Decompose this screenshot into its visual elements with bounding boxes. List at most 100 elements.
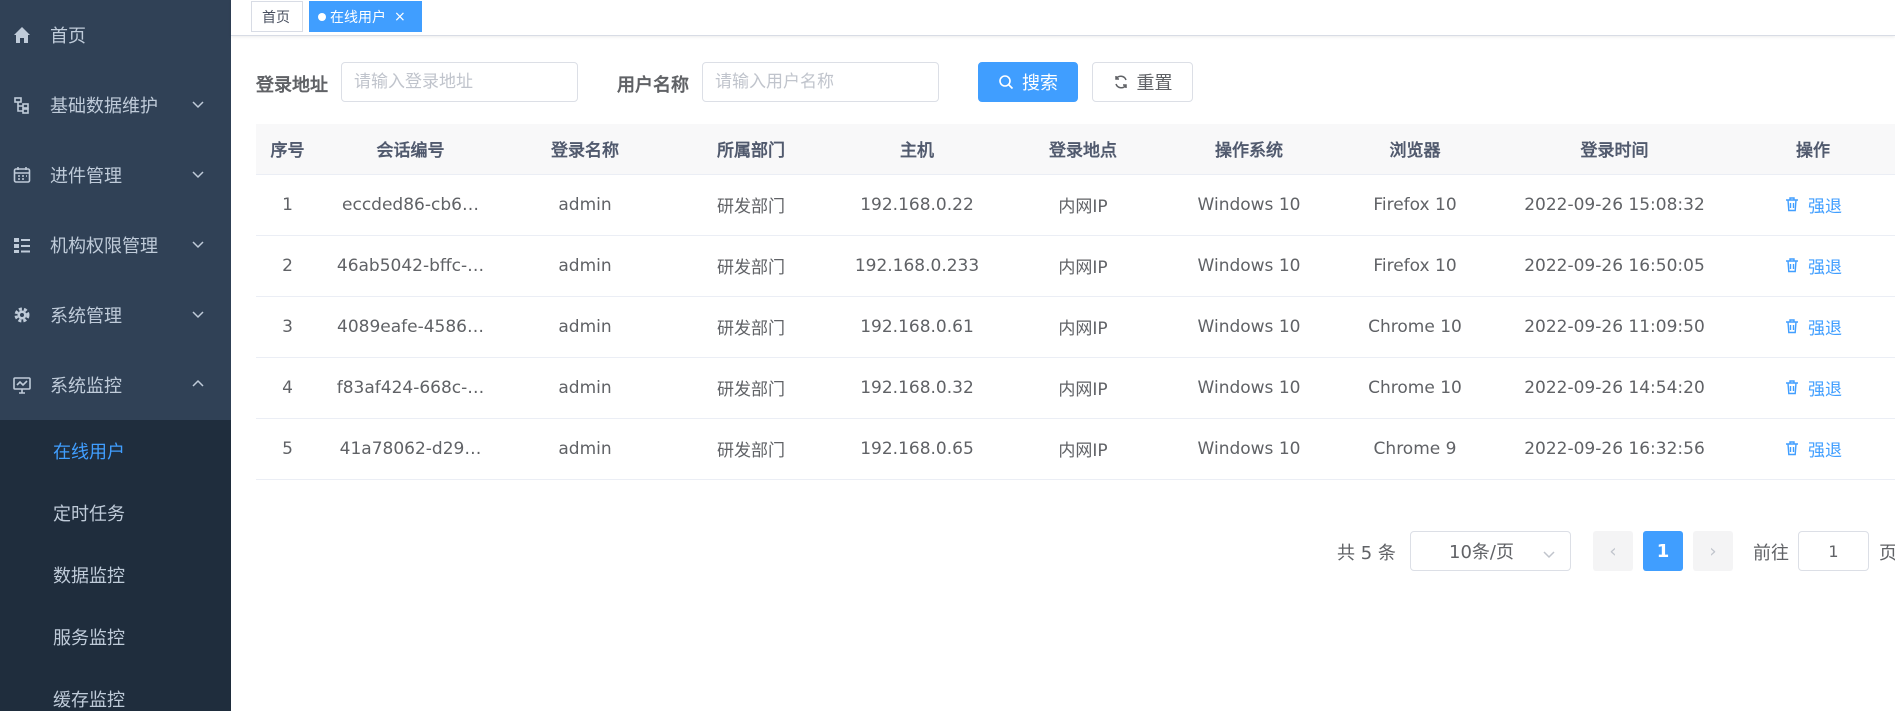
search-button-label: 搜索 <box>1022 73 1058 94</box>
prev-page-button[interactable]: ‹ <box>1593 531 1633 571</box>
ip-input[interactable] <box>341 62 578 102</box>
table-cell: Windows 10 <box>1166 174 1332 236</box>
sidebar-item-system[interactable]: 系统管理 <box>0 280 231 350</box>
home-icon <box>12 25 32 45</box>
force-logout-label: 强退 <box>1808 379 1842 400</box>
table-cell: 2022-09-26 11:09:50 <box>1498 296 1731 358</box>
sidebar-subitem-cache-monitor[interactable]: 缓存监控 <box>0 668 231 711</box>
trash-icon <box>1784 257 1800 273</box>
table-cell: 2022-09-26 15:08:32 <box>1498 174 1731 236</box>
table-cell-action: 强退 <box>1731 296 1895 358</box>
table-cell: 2 <box>256 235 319 297</box>
table-cell: admin <box>502 235 668 297</box>
ip-label: 登录地址 <box>256 75 328 96</box>
trash-icon <box>1784 196 1800 212</box>
online-users-table: 序号 会话编号 登录名称 所属部门 主机 登录地点 操作系统 浏览器 登录时间 操作 1 eccde… <box>256 124 1895 480</box>
sidebar-subitem-scheduled-tasks[interactable]: 定时任务 <box>0 482 231 544</box>
force-logout-button[interactable]: 强退 <box>1784 436 1842 461</box>
table-cell: 1 <box>256 174 319 236</box>
table-row: 4 f83af424-668c-… admin 研发部门 192.168.0.32 内网I… <box>256 357 1895 419</box>
goto-page-input[interactable] <box>1798 531 1869 571</box>
table-cell: eccded86-cb6… <box>319 174 502 236</box>
sidebar-item-label: 首页 <box>50 26 86 47</box>
main-content: 首页 在线用户 × 登录地址 用户名称 搜索 重置 <box>231 0 1895 711</box>
sidebar-item-monitor[interactable]: 系统监控 <box>0 350 231 420</box>
table-cell-action: 强退 <box>1731 174 1895 236</box>
table-cell: 研发部门 <box>668 418 834 480</box>
table-cell: 192.168.0.233 <box>834 235 1000 297</box>
force-logout-button[interactable]: 强退 <box>1784 253 1842 278</box>
trash-icon <box>1784 379 1800 395</box>
table-cell: 46ab5042-bffc-… <box>319 235 502 297</box>
page-button-1[interactable]: 1 <box>1643 531 1683 571</box>
table-cell: 内网IP <box>1000 357 1166 419</box>
tags-view: 首页 在线用户 × <box>231 0 1895 36</box>
tree-icon <box>12 95 32 115</box>
table-cell: 41a78062-d29… <box>319 418 502 480</box>
tag-online-users[interactable]: 在线用户 × <box>309 1 422 32</box>
table-cell: 192.168.0.32 <box>834 357 1000 419</box>
sidebar-item-label: 进件管理 <box>50 166 122 187</box>
table-header-cell: 登录地点 <box>1000 124 1166 175</box>
sidebar-item-org-permission[interactable]: 机构权限管理 <box>0 210 231 280</box>
force-logout-label: 强退 <box>1808 318 1842 339</box>
tag-home[interactable]: 首页 <box>251 1 303 32</box>
pagination-total: 共 5 条 <box>1337 543 1396 564</box>
table-cell: 内网IP <box>1000 235 1166 297</box>
search-icon <box>998 74 1014 90</box>
sidebar-item-home[interactable]: 首页 <box>0 0 231 70</box>
reset-button-label: 重置 <box>1136 73 1173 94</box>
table-cell: admin <box>502 418 668 480</box>
list-icon <box>12 235 32 255</box>
sidebar-item-label: 基础数据维护 <box>50 96 158 117</box>
sidebar: 首页 基础数据维护 进件管理 机构权限管理 系统管理 系统监控 在线用户 定时任… <box>0 0 231 711</box>
table-cell: admin <box>502 296 668 358</box>
sidebar-item-application[interactable]: 进件管理 <box>0 140 231 210</box>
table-cell: 5 <box>256 418 319 480</box>
table-cell: admin <box>502 174 668 236</box>
table-header-cell: 会话编号 <box>319 124 502 175</box>
sidebar-subitem-online-users[interactable]: 在线用户 <box>0 420 231 482</box>
refresh-icon <box>1113 74 1129 90</box>
app-root: 首页 基础数据维护 进件管理 机构权限管理 系统管理 系统监控 在线用户 定时任… <box>0 0 1895 711</box>
table-cell: Chrome 10 <box>1332 357 1498 419</box>
table-header-cell: 主机 <box>834 124 1000 175</box>
table-cell: Chrome 10 <box>1332 296 1498 358</box>
table-row: 5 41a78062-d29… admin 研发部门 192.168.0.65 内网IP W… <box>256 418 1895 480</box>
username-input[interactable] <box>702 62 939 102</box>
table-cell: 内网IP <box>1000 418 1166 480</box>
reset-button[interactable]: 重置 <box>1092 62 1193 102</box>
sidebar-subitem-service-monitor[interactable]: 服务监控 <box>0 606 231 668</box>
chevron-up-icon <box>190 376 206 392</box>
table-cell: 3 <box>256 296 319 358</box>
sidebar-subitem-data-monitor[interactable]: 数据监控 <box>0 544 231 606</box>
search-button[interactable]: 搜索 <box>978 62 1078 102</box>
goto-label: 前往 <box>1753 543 1789 564</box>
sidebar-item-label: 系统监控 <box>50 376 122 397</box>
close-icon[interactable]: × <box>394 10 406 24</box>
table-cell: 研发部门 <box>668 174 834 236</box>
force-logout-button[interactable]: 强退 <box>1784 375 1842 400</box>
next-page-button[interactable]: › <box>1693 531 1733 571</box>
table-cell: Windows 10 <box>1166 296 1332 358</box>
table-cell: 内网IP <box>1000 174 1166 236</box>
table-cell: Windows 10 <box>1166 418 1332 480</box>
table-body: 1 eccded86-cb6… admin 研发部门 192.168.0.22 内网IP W… <box>256 174 1895 480</box>
force-logout-button[interactable]: 强退 <box>1784 192 1842 217</box>
sidebar-item-label: 系统管理 <box>50 306 122 327</box>
chevron-down-icon <box>1542 545 1556 559</box>
sidebar-item-basic-data[interactable]: 基础数据维护 <box>0 70 231 140</box>
table-cell: 内网IP <box>1000 296 1166 358</box>
table-header-cell: 登录名称 <box>502 124 668 175</box>
force-logout-button[interactable]: 强退 <box>1784 314 1842 339</box>
page-size-select[interactable]: 10条/页 <box>1410 531 1571 571</box>
table-cell: Windows 10 <box>1166 235 1332 297</box>
table-cell-action: 强退 <box>1731 418 1895 480</box>
chevron-down-icon <box>190 96 206 112</box>
table-cell: Firefox 10 <box>1332 174 1498 236</box>
table-cell: Chrome 9 <box>1332 418 1498 480</box>
table-header-cell: 浏览器 <box>1332 124 1498 175</box>
monitor-icon <box>12 375 32 395</box>
table-cell: 192.168.0.22 <box>834 174 1000 236</box>
table-cell-action: 强退 <box>1731 357 1895 419</box>
